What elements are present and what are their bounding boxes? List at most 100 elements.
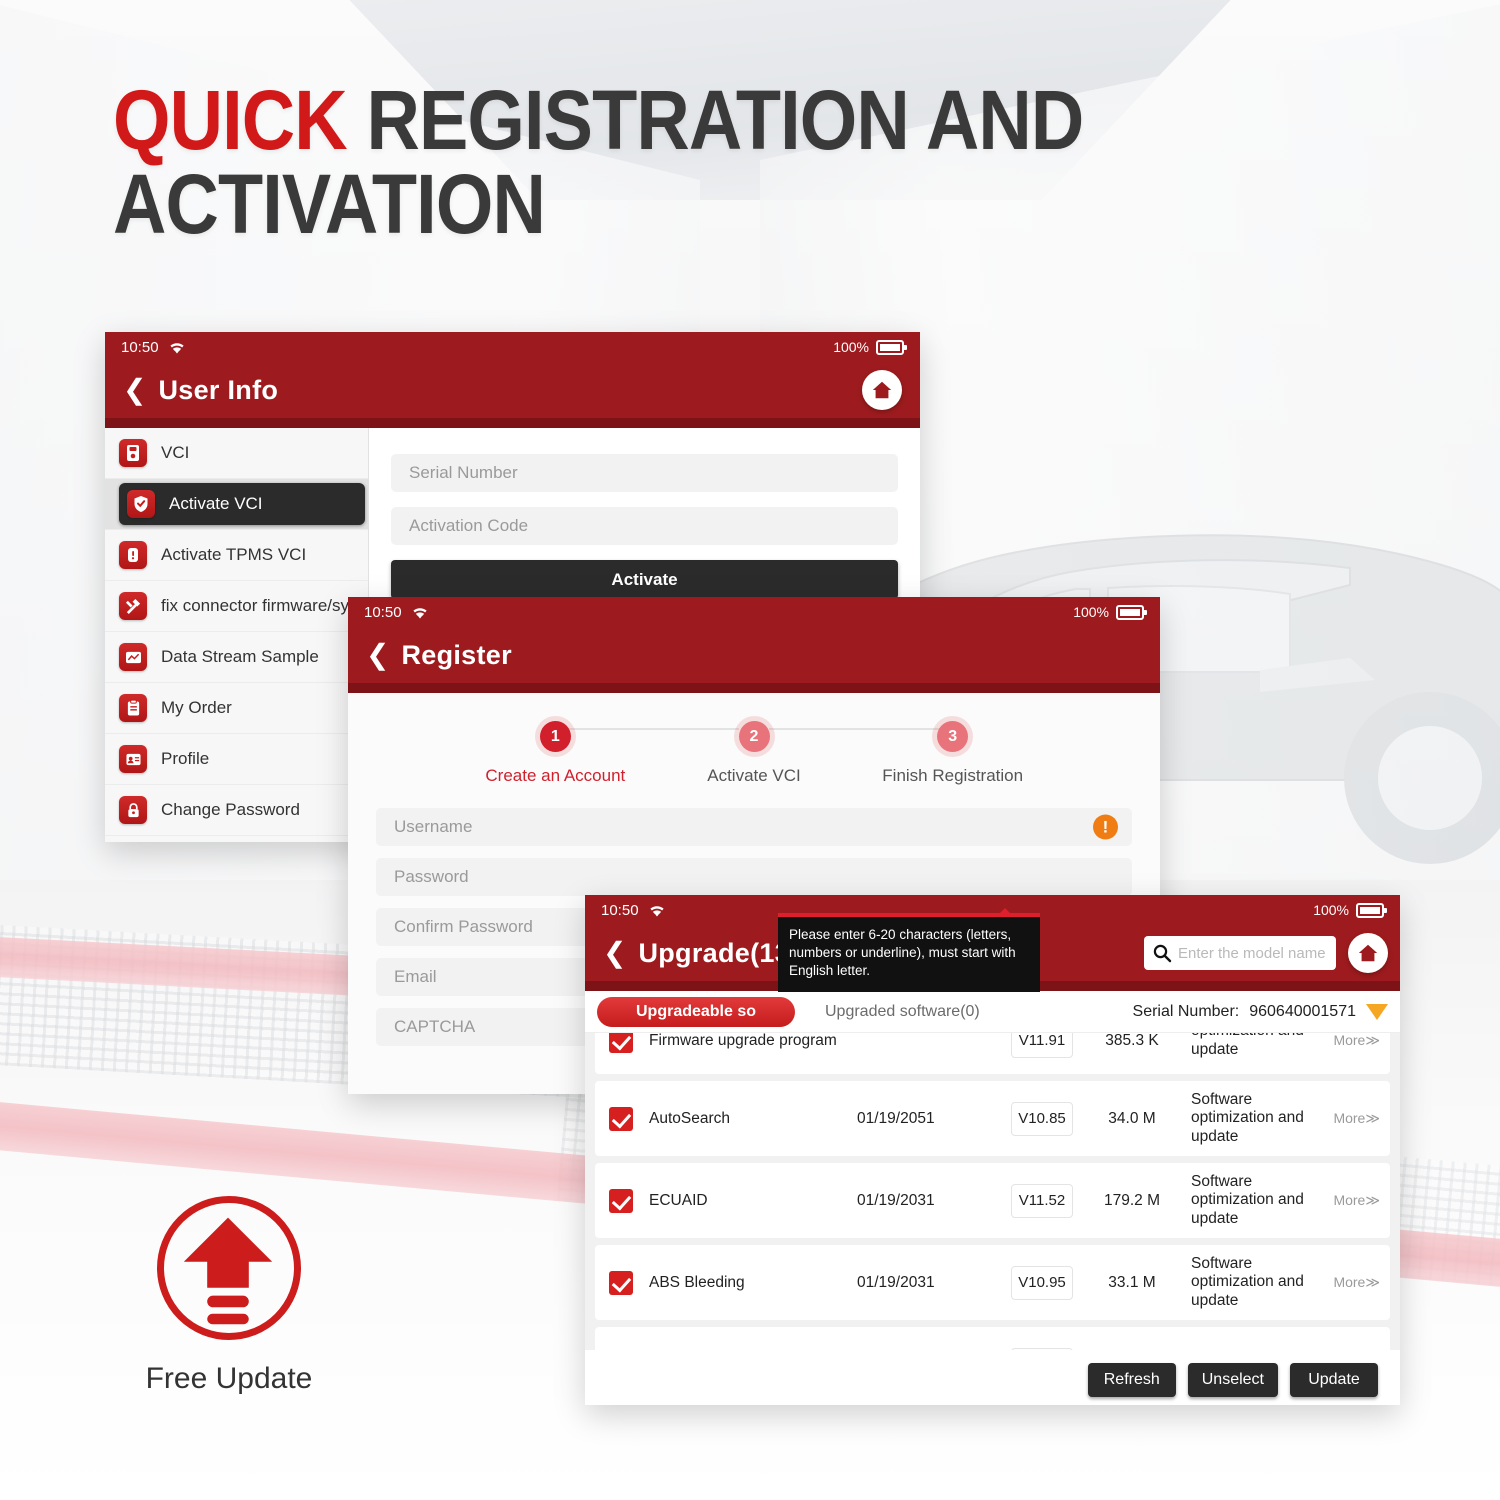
step-label: Activate VCI	[707, 766, 801, 785]
serial-number-placeholder: Serial Number	[409, 463, 518, 482]
table-row[interactable]: AC System Relearn/ Added the A/	[595, 1327, 1390, 1350]
software-version[interactable]: V11.91	[1011, 1033, 1073, 1058]
sidebar-item-activate-tpms-vci[interactable]: Activate TPMS VCI	[105, 530, 368, 581]
table-row[interactable]: ECUAID 01/19/2031 V11.52 179.2 M Softwar…	[595, 1163, 1390, 1238]
software-list[interactable]: Firmware upgrade program V11.91 385.3 K …	[585, 1033, 1400, 1350]
row-checkbox[interactable]	[609, 1033, 633, 1053]
activation-code-input[interactable]: Activation Code	[391, 507, 898, 545]
tab-upgradeable-software[interactable]: Upgradeable so	[597, 996, 795, 1027]
software-size: 385.3 K	[1105, 1033, 1159, 1049]
password-input[interactable]: Password	[376, 858, 1132, 896]
sidebar-item-my-order[interactable]: My Order	[105, 683, 368, 734]
upload-arrow-icon	[157, 1196, 301, 1340]
shield-check-icon	[127, 490, 155, 518]
headline-rest: REGISTRATION AND	[346, 73, 1084, 167]
title-underbar	[105, 418, 920, 428]
page-title: QUICK REGISTRATION AND ACTIVATION	[113, 78, 1151, 246]
software-description: Software optimization and update	[1191, 1090, 1304, 1145]
software-name: ECUAID	[649, 1191, 708, 1209]
sidebar-item-label: Activate VCI	[169, 494, 263, 513]
update-button[interactable]: Update	[1290, 1362, 1378, 1397]
email-placeholder: Email	[394, 967, 437, 986]
more-link[interactable]: More≫	[1333, 1192, 1380, 1209]
username-input[interactable]: Username !	[376, 808, 1132, 846]
battery-icon	[876, 339, 907, 355]
step-label: Create an Account	[485, 766, 626, 785]
wifi-icon	[649, 905, 664, 916]
sidebar-item-label: Activate TPMS VCI	[161, 545, 307, 564]
activate-button-label: Activate	[611, 569, 678, 589]
refresh-button[interactable]: Refresh	[1087, 1362, 1176, 1397]
title-bar: ❮ User Info	[105, 362, 920, 418]
wifi-icon	[412, 607, 427, 618]
id-card-icon	[119, 745, 147, 773]
software-size: 34.0 M	[1108, 1109, 1156, 1127]
chevron-left-icon[interactable]: ❮	[123, 376, 146, 404]
software-version[interactable]: V10.95	[1011, 1265, 1073, 1300]
lock-icon	[119, 796, 147, 824]
sidebar-item-data-stream-sample[interactable]: Data Stream Sample	[105, 632, 368, 683]
unselect-button[interactable]: Unselect	[1187, 1362, 1278, 1397]
tab-upgraded-software[interactable]: Upgraded software(0)	[825, 1003, 980, 1021]
free-update-badge: Free Update	[124, 1196, 334, 1396]
status-bar: 10:50 100%	[348, 597, 1160, 627]
status-time: 10:50	[121, 338, 159, 356]
upgrade-tabs: Upgradeable so Upgraded software(0) Seri…	[585, 991, 1400, 1033]
chevron-left-icon[interactable]: ❮	[603, 939, 626, 967]
more-link[interactable]: More≫	[1333, 1110, 1380, 1127]
promo-banner: QUICK REGISTRATION AND ACTIVATION Free U…	[0, 0, 1500, 1500]
sidebar-item-label: VCI	[161, 443, 190, 462]
row-checkbox[interactable]	[609, 1106, 633, 1131]
home-icon[interactable]	[1348, 933, 1388, 973]
table-row[interactable]: Firmware upgrade program V11.91 385.3 K …	[595, 1033, 1390, 1074]
step-activate-vci[interactable]: 2 Activate VCI	[655, 721, 854, 786]
sidebar-item-label: Data Stream Sample	[161, 647, 319, 666]
software-version[interactable]: V10.85	[1011, 1101, 1073, 1136]
serial-number-label: Serial Number:	[1132, 1002, 1240, 1020]
serial-number-input[interactable]: Serial Number	[391, 454, 898, 492]
more-link[interactable]: More≫	[1333, 1274, 1380, 1291]
sidebar-item-fix-connector-firmware[interactable]: fix connector firmware/system	[105, 581, 386, 632]
software-version[interactable]	[1011, 1347, 1073, 1350]
title-underbar	[348, 683, 1160, 693]
row-checkbox[interactable]	[609, 1270, 633, 1295]
software-version[interactable]: V11.52	[1011, 1183, 1073, 1218]
software-name: Firmware upgrade program	[649, 1033, 837, 1049]
captcha-placeholder: CAPTCHA	[394, 1017, 476, 1036]
exclamation-icon[interactable]: !	[1093, 814, 1118, 840]
sidebar-item-profile[interactable]: Profile	[105, 734, 368, 785]
home-icon[interactable]	[862, 370, 902, 410]
chevron-left-icon[interactable]: ❮	[366, 641, 389, 669]
sidebar-item-vci[interactable]: VCI	[105, 428, 368, 479]
table-row[interactable]: AutoSearch 01/19/2051 V10.85 34.0 M Soft…	[595, 1081, 1390, 1156]
screen-title: Register	[401, 639, 512, 670]
username-validation-tooltip: Please enter 6-20 characters (letters, n…	[778, 908, 1040, 992]
sidebar-item-change-password[interactable]: Change Password	[105, 785, 368, 836]
password-placeholder: Password	[394, 867, 469, 886]
step-number: 3	[937, 721, 969, 752]
chart-icon	[119, 643, 147, 671]
software-name: AutoSearch	[649, 1109, 730, 1127]
software-date: 01/19/2051	[857, 1109, 935, 1127]
caret-down-icon[interactable]	[1366, 1003, 1388, 1020]
upgrade-footer: Refresh Unselect Update	[585, 1350, 1400, 1405]
more-link[interactable]: More≫	[1333, 1033, 1380, 1049]
software-description: Software optimization and update	[1191, 1254, 1304, 1309]
vci-device-icon	[119, 439, 147, 467]
sidebar-item-activate-vci[interactable]: Activate VCI	[105, 479, 368, 530]
serial-number-display: Serial Number: 960640001571	[1133, 1003, 1388, 1021]
step-finish-registration[interactable]: 3 Finish Registration	[853, 721, 1052, 786]
free-update-label: Free Update	[145, 1362, 313, 1395]
screen-title: User Info	[158, 374, 279, 405]
step-create-account[interactable]: 1 Create an Account	[456, 721, 655, 786]
activation-code-placeholder: Activation Code	[409, 516, 529, 535]
username-placeholder: Username	[394, 817, 473, 836]
status-time: 10:50	[601, 901, 639, 919]
search-input[interactable]: Enter the model name	[1144, 936, 1336, 970]
sidebar-item-label: Change Password	[161, 800, 300, 819]
activate-button[interactable]: Activate	[391, 560, 898, 599]
table-row[interactable]: ABS Bleeding 01/19/2031 V10.95 33.1 M So…	[595, 1245, 1390, 1320]
headline-line2: ACTIVATION	[113, 157, 546, 251]
row-checkbox[interactable]	[609, 1188, 633, 1213]
clipboard-icon	[119, 694, 147, 722]
